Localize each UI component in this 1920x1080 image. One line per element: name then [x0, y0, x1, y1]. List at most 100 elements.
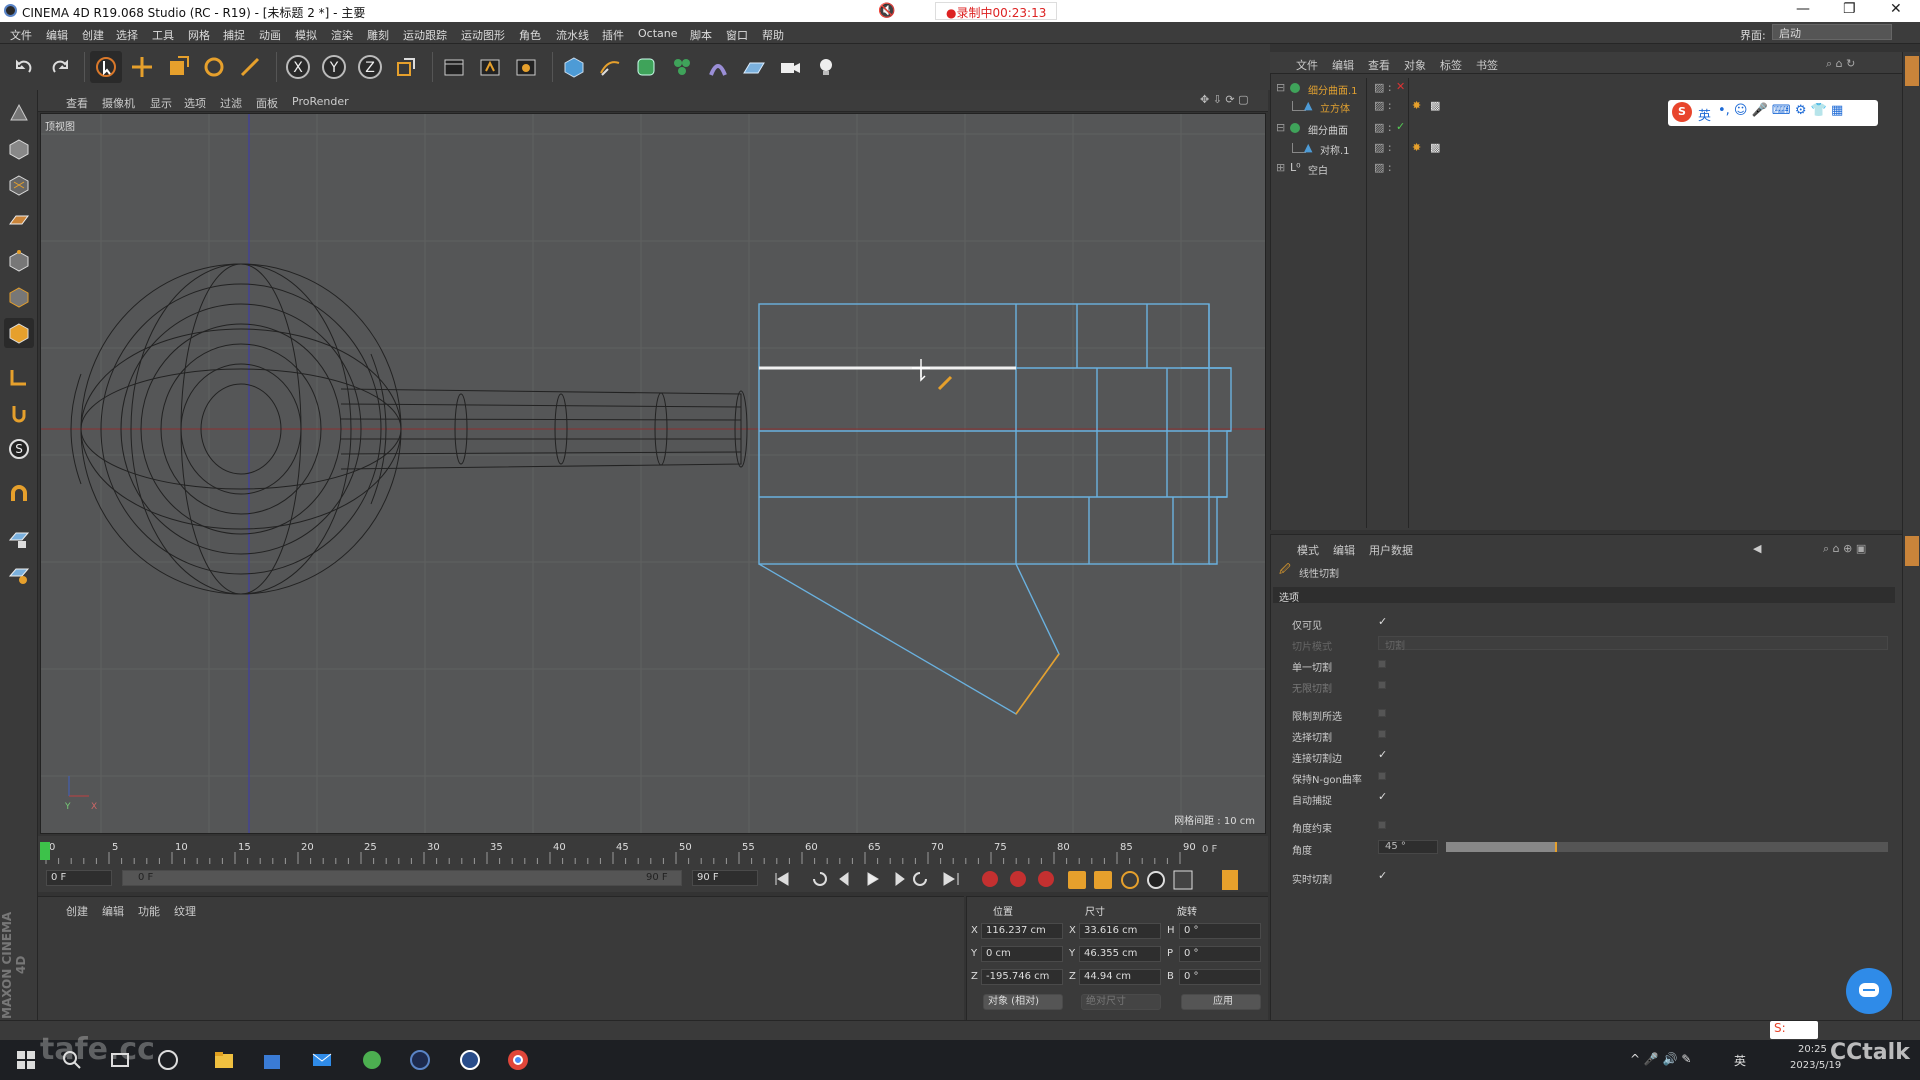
viewport-menu-item[interactable]: 显示 [150, 95, 172, 111]
layout-select[interactable]: 启动 [1772, 24, 1892, 40]
viewport-menu-item[interactable]: 查看 [66, 95, 88, 111]
undo-icon[interactable] [8, 51, 40, 83]
menu-item[interactable]: 动画 [259, 27, 281, 43]
material-menu-item[interactable]: 编辑 [102, 903, 124, 919]
expand-icon[interactable]: ⊞ [1276, 161, 1285, 174]
menu-item[interactable]: 运动图形 [461, 27, 505, 43]
size-mode-select[interactable]: 绝对尺寸 [1081, 994, 1161, 1010]
move-icon[interactable] [126, 51, 158, 83]
phong-tag-icon[interactable]: ✸ [1412, 141, 1421, 154]
menu-item[interactable]: Octane [638, 27, 678, 40]
back-arrow-icon[interactable]: ◀ [1753, 542, 1761, 555]
position-x-field[interactable]: 116.237 cm [981, 923, 1063, 939]
minimize-button[interactable]: — [1796, 1, 1810, 17]
store-icon[interactable] [260, 1048, 284, 1072]
material-menu-item[interactable]: 纹理 [174, 903, 196, 919]
range-slider[interactable] [122, 870, 682, 886]
only-visible-checkbox[interactable]: ✓ [1378, 616, 1388, 627]
viewport-top[interactable]: 顶视图 Y X 网格间距: 10 cm [40, 113, 1266, 834]
menu-item[interactable]: 模拟 [295, 27, 317, 43]
close-button[interactable]: ✕ [1890, 1, 1902, 17]
angle-constraint-checkbox[interactable] [1378, 821, 1386, 829]
sogou-tray-icon[interactable]: S: [1770, 1021, 1818, 1039]
chrome-icon[interactable] [506, 1048, 530, 1072]
material-tag-icon[interactable]: ▩ [1430, 141, 1440, 154]
menu-item[interactable]: 工具 [152, 27, 174, 43]
viewport-menu-item[interactable]: 过滤 [220, 95, 242, 111]
floor-icon[interactable] [738, 51, 770, 83]
restrict-selection-checkbox[interactable] [1378, 709, 1386, 717]
timeline-ruler[interactable]: 0 5 10 15 20 25 30 35 40 45 50 55 60 65 70 75 80 85 90 0 F [38, 836, 1268, 866]
max-frame-field[interactable]: 90 F [692, 870, 758, 886]
render-view-icon[interactable] [438, 51, 470, 83]
object-row[interactable]: ⊞ Ⅼ⁰ 空白 ▨ : [1272, 160, 1900, 178]
cloner-icon[interactable] [666, 51, 698, 83]
points-mode-icon[interactable] [4, 246, 34, 276]
size-z-field[interactable]: 44.94 cm [1079, 969, 1161, 985]
material-tag-icon[interactable]: ▩ [1430, 99, 1440, 112]
section-header[interactable]: 选项 [1273, 587, 1895, 604]
rotate-icon[interactable] [198, 51, 230, 83]
attr-menu-item[interactable]: 编辑 [1333, 542, 1355, 558]
menu-item[interactable]: 角色 [519, 27, 541, 43]
edges-mode-icon[interactable] [4, 282, 34, 312]
menu-item[interactable]: 流水线 [556, 27, 589, 43]
position-z-field[interactable]: -195.746 cm [981, 969, 1063, 985]
ime-lang-icon[interactable]: 英 [1698, 105, 1711, 124]
z-axis-lock-icon[interactable]: Z [354, 51, 386, 83]
realtime-cut-checkbox[interactable]: ✓ [1378, 870, 1388, 881]
keep-ngon-checkbox[interactable] [1378, 772, 1386, 780]
tray-lang[interactable]: 英 [1734, 1052, 1746, 1069]
viewport-menu-item[interactable]: ProRender [292, 95, 349, 108]
chat-bubble-button[interactable] [1846, 968, 1892, 1014]
scale-icon[interactable] [162, 51, 194, 83]
menu-item[interactable]: 选择 [116, 27, 138, 43]
viewport-menu-item[interactable]: 面板 [256, 95, 278, 111]
visibility-dots-icon[interactable]: ▨ : [1374, 161, 1392, 174]
coord-mode-select[interactable]: 对象 (相对) [983, 994, 1063, 1010]
attr-menu-item[interactable]: 用户数据 [1369, 542, 1413, 558]
object-menu-item[interactable]: 编辑 [1332, 57, 1354, 73]
visibility-dots-icon[interactable]: ▨ : [1374, 121, 1392, 134]
object-menu-item[interactable]: 标签 [1440, 57, 1462, 73]
pen-spline-icon[interactable] [594, 51, 626, 83]
tweak-icon[interactable] [4, 398, 34, 428]
texture-mode-icon[interactable] [4, 170, 34, 200]
attributes-tab[interactable] [1905, 536, 1919, 566]
size-x-field[interactable]: 33.616 cm [1079, 923, 1161, 939]
menu-item[interactable]: 窗口 [726, 27, 748, 43]
enabled-check-icon[interactable]: ✓ [1396, 120, 1405, 133]
material-menu-item[interactable]: 创建 [66, 903, 88, 919]
auto-snap-checkbox[interactable]: ✓ [1378, 791, 1388, 802]
menu-item[interactable]: 创建 [82, 27, 104, 43]
current-frame-field[interactable]: 0 F [46, 870, 112, 886]
subdivision-surface-icon[interactable] [630, 51, 662, 83]
select-cuts-checkbox[interactable] [1378, 730, 1386, 738]
attr-menu-item[interactable]: 模式 [1297, 542, 1319, 558]
menu-item[interactable]: 网格 [188, 27, 210, 43]
object-row[interactable]: ⊟ 细分曲面.1 ▨ : ✕ [1272, 80, 1900, 98]
windows-start-icon[interactable] [14, 1048, 38, 1072]
sogou-app-icon[interactable] [156, 1048, 180, 1072]
menu-item[interactable]: 捕捉 [223, 27, 245, 43]
polygons-mode-icon[interactable] [4, 318, 34, 348]
angle-field[interactable]: 45 ° [1378, 840, 1438, 854]
deformer-icon[interactable] [702, 51, 734, 83]
phong-tag-icon[interactable]: ✸ [1412, 99, 1421, 112]
object-menu-item[interactable]: 对象 [1404, 57, 1426, 73]
visibility-dots-icon[interactable]: ▨ : [1374, 141, 1392, 154]
object-menu-item[interactable]: 文件 [1296, 57, 1318, 73]
sogou-icon[interactable]: S [1672, 102, 1692, 122]
expand-icon[interactable]: ⊟ [1276, 121, 1285, 134]
file-explorer-icon[interactable] [212, 1048, 236, 1072]
rotation-p-field[interactable]: 0 ° [1179, 946, 1261, 962]
y-axis-lock-icon[interactable]: Y [318, 51, 350, 83]
cinema4d-app-icon[interactable] [408, 1048, 432, 1072]
position-y-field[interactable]: 0 cm [981, 946, 1063, 962]
mail-icon[interactable] [310, 1048, 334, 1072]
objects-tab[interactable] [1905, 56, 1919, 86]
size-y-field[interactable]: 46.355 cm [1079, 946, 1161, 962]
apply-button[interactable]: 应用 [1181, 994, 1261, 1010]
ime-tools-icon[interactable]: •, ☺ 🎤 ⌨ ⚙ 👕 ▦ [1718, 103, 1843, 118]
slice-mode-select[interactable]: 切割 [1378, 636, 1888, 652]
